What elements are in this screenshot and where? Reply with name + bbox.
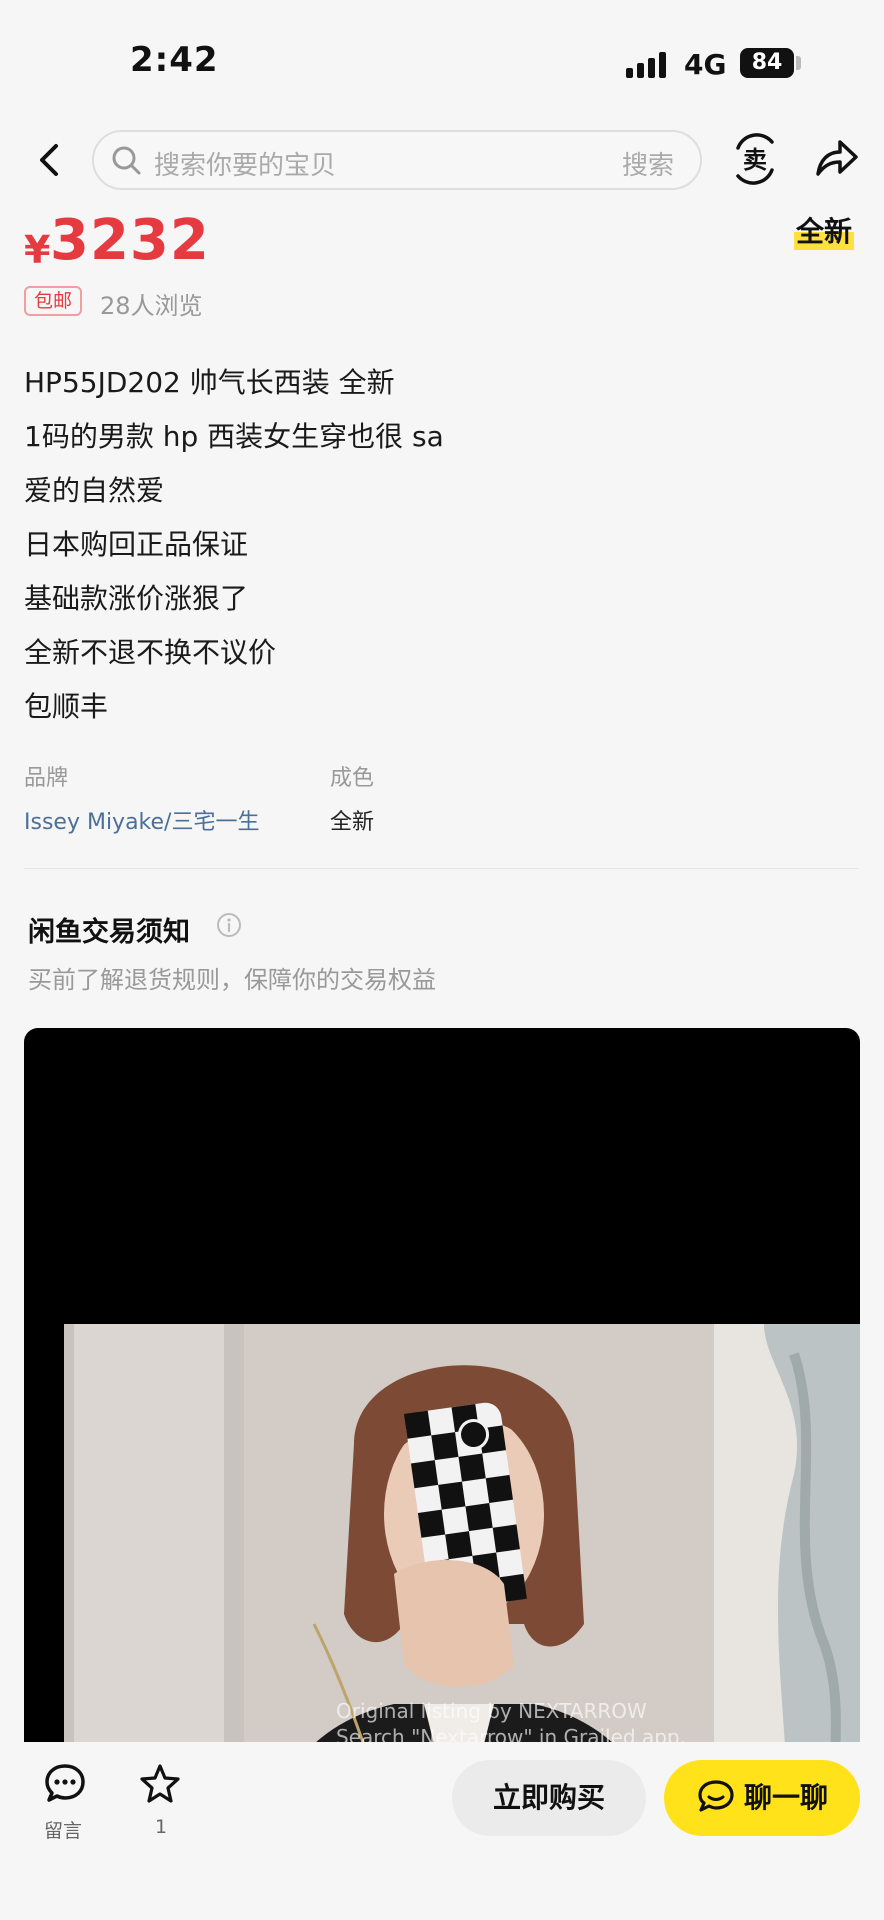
description-line: HP55JD202 帅气长西装 全新 xyxy=(24,366,395,399)
trade-notice-subtitle: 买前了解退货规则，保障你的交易权益 xyxy=(28,966,436,994)
sell-button[interactable]: 卖 xyxy=(730,130,780,188)
comment-label: 留言 xyxy=(44,1820,83,1842)
search-button[interactable]: 搜索 xyxy=(622,145,674,182)
condition-tag: 全新 xyxy=(794,210,855,250)
condition-label: 成色 xyxy=(330,766,375,791)
brand-label: 品牌 xyxy=(24,766,69,791)
description-line: 1码的男款 hp 西装女生穿也很 sa xyxy=(24,420,444,453)
battery-cap xyxy=(796,56,801,70)
section-divider xyxy=(24,868,858,869)
free-shipping-badge: 包邮 xyxy=(24,286,82,316)
battery-indicator: 84 xyxy=(740,48,794,78)
star-icon xyxy=(140,1764,180,1803)
chat-button[interactable]: 聊一聊 xyxy=(664,1760,860,1836)
search-input[interactable]: 搜索你要的宝贝 搜索 xyxy=(92,130,702,190)
back-button[interactable] xyxy=(30,130,70,190)
buy-now-button[interactable]: 立即购买 xyxy=(452,1760,646,1836)
description-line: 基础款涨价涨狠了 xyxy=(24,582,249,615)
favorite-count: 1 xyxy=(155,1816,168,1838)
favorite-button[interactable] xyxy=(138,1762,184,1810)
status-time: 2:42 xyxy=(130,40,219,80)
price-currency: ¥ xyxy=(24,228,51,272)
trade-notice-title[interactable]: 闲鱼交易须知 xyxy=(28,910,190,949)
back-icon xyxy=(40,144,58,176)
network-type: 4G xyxy=(684,48,727,81)
chat-icon xyxy=(698,1780,734,1812)
search-placeholder: 搜索你要的宝贝 xyxy=(154,151,337,181)
comment-icon xyxy=(45,1764,85,1802)
description-line: 日本购回正品保证 xyxy=(24,528,249,561)
share-icon xyxy=(816,140,858,176)
item-description: HP55JD202 帅气长西装 全新 1码的男款 hp 西装女生穿也很 sa 爱… xyxy=(24,356,854,734)
sell-icon-char: 卖 xyxy=(743,146,767,174)
search-icon xyxy=(112,146,141,175)
chat-label: 聊一聊 xyxy=(743,1781,828,1814)
brand-link[interactable]: Issey Miyake/三宅一生 xyxy=(24,804,259,836)
watermark-line: Original listing by NEXTARROW xyxy=(336,1699,647,1723)
share-button[interactable] xyxy=(812,132,860,182)
signal-icon xyxy=(626,52,666,78)
view-count: 28人浏览 xyxy=(100,292,203,320)
comment-button[interactable] xyxy=(40,1762,90,1810)
sell-icon: 卖 xyxy=(736,133,774,185)
price: 3232 xyxy=(50,208,210,273)
description-line: 全新不退不换不议价 xyxy=(24,636,277,669)
condition-value: 全新 xyxy=(330,810,375,835)
info-icon[interactable] xyxy=(216,912,242,938)
description-line: 爱的自然爱 xyxy=(24,474,165,507)
description-line: 包顺丰 xyxy=(24,690,109,723)
